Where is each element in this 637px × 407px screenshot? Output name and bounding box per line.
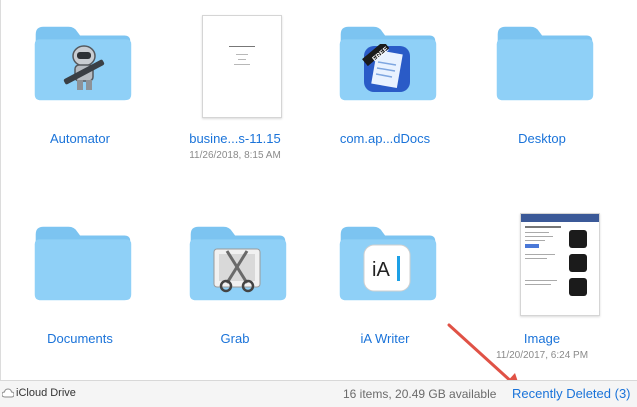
file-date: 11/20/2017, 6:24 PM (495, 350, 589, 361)
free-app-icon: FREE (362, 44, 410, 92)
recently-deleted-link[interactable]: Recently Deleted (3) (512, 386, 631, 401)
file-name: iA Writer (360, 331, 410, 346)
image-thumbnail (520, 213, 600, 316)
file-name: Documents (47, 331, 113, 346)
file-name: Grab (220, 331, 250, 346)
location-label: iCloud Drive (16, 387, 76, 399)
items-info: 16 items, 20.49 GB available (343, 387, 497, 401)
folder-icon (34, 226, 132, 301)
window-edge (0, 0, 1, 406)
grab-scissors-icon (213, 248, 261, 293)
file-item-image[interactable]: Image 11/20/2017, 6:24 PM (467, 213, 617, 361)
file-name: Desktop (518, 131, 566, 146)
automator-robot-icon (63, 45, 105, 90)
status-bar: iCloud Drive 16 items, 20.49 GB availabl… (0, 380, 637, 407)
folder-icon (496, 26, 594, 101)
file-item-ia-writer[interactable]: iA iA Writer (310, 215, 460, 346)
file-name: Image (523, 331, 561, 346)
file-item-business-doc[interactable]: busine...s-11.15 11/26/2018, 8:15 AM (160, 15, 310, 161)
file-name: Automator (50, 131, 110, 146)
file-item-automator[interactable]: Automator (5, 15, 155, 146)
file-item-grab[interactable]: Grab (160, 215, 310, 346)
document-thumbnail (202, 15, 282, 118)
file-item-desktop[interactable]: Desktop (467, 15, 617, 146)
file-item-com-app-docs[interactable]: FREE com.ap...dDocs (310, 15, 460, 146)
ia-writer-icon: iA (363, 244, 411, 292)
cloud-icon (2, 388, 14, 398)
ia-writer-text: iA (372, 259, 390, 281)
file-name: com.ap...dDocs (339, 131, 431, 146)
file-item-documents[interactable]: Documents (5, 215, 155, 346)
file-date: 11/26/2018, 8:15 AM (189, 150, 281, 161)
file-name: busine...s-11.15 (189, 131, 281, 146)
